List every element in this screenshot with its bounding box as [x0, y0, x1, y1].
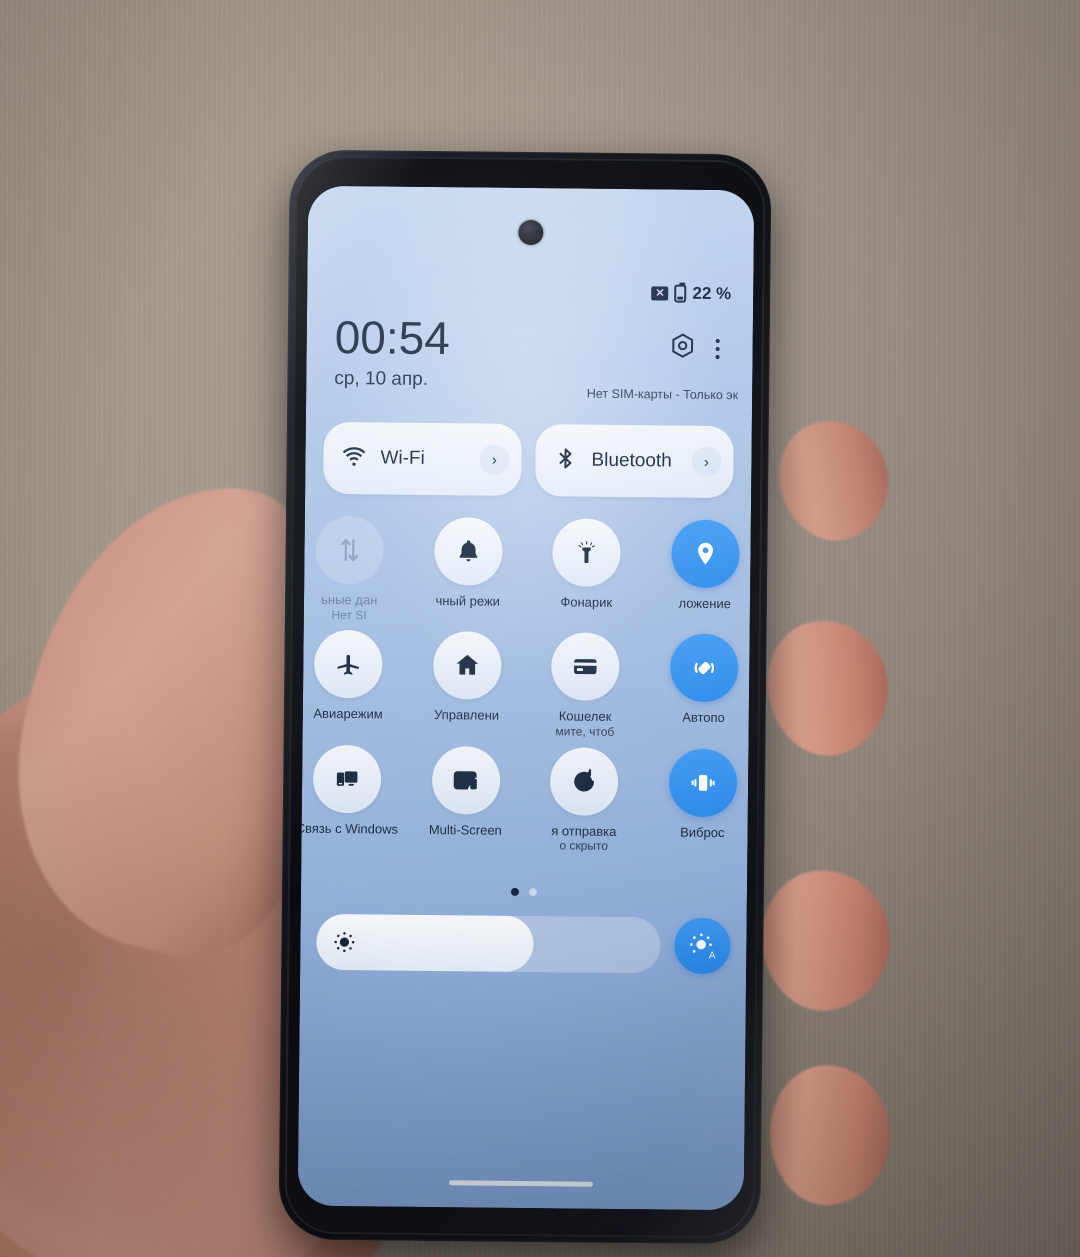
front-camera-punch-hole — [518, 219, 544, 246]
tile-label: Виброс — [680, 824, 725, 840]
hand-finger — [753, 607, 903, 768]
tile-label: Кошелек — [558, 708, 612, 725]
tile-sublabel: о скрыто — [559, 838, 609, 854]
tile-mobile-data[interactable]: ьные дан Нет SI — [298, 515, 410, 623]
flashlight-icon[interactable] — [552, 518, 622, 587]
header-actions — [668, 317, 730, 365]
tile-label: чный режи — [435, 593, 501, 609]
hand-finger — [752, 861, 900, 1019]
tile-label: Автопо — [682, 709, 725, 726]
battery-percent-label: 22 % — [692, 283, 732, 304]
smartphone-device: ✕ 22 % 00:54 ср, 10 апр. Нет SIM-карты -… — [278, 149, 772, 1245]
bluetooth-pill-label: Bluetooth — [591, 449, 672, 472]
tile-label: Связь с Windows — [297, 820, 399, 837]
photo-scene: ✕ 22 % 00:54 ср, 10 апр. Нет SIM-карты -… — [0, 0, 1080, 1257]
quick-settings-tile-grid: ьные дан Нет SI чный режи Фонарик ложени… — [298, 515, 755, 855]
home-icon[interactable] — [432, 631, 502, 700]
settings-hexagon-icon[interactable] — [668, 331, 696, 364]
tile-label: я отправка — [551, 822, 617, 839]
quick-settings-pager[interactable] — [301, 886, 747, 899]
phone-screen: ✕ 22 % 00:54 ср, 10 апр. Нет SIM-карты -… — [297, 185, 755, 1211]
quick-settings-header: 00:54 ср, 10 апр. Нет SIM-карты - Только… — [306, 310, 753, 402]
tile-device-control[interactable]: Управлени — [407, 631, 527, 738]
brightness-row: A — [300, 913, 747, 975]
auto-rotate-icon[interactable] — [669, 633, 739, 703]
tile-link-to-windows[interactable]: Связь с Windows — [298, 744, 407, 851]
tile-wallet[interactable]: Кошелек мите, чтоб — [526, 632, 646, 739]
tile-label: Управлени — [433, 707, 500, 723]
wifi-icon — [341, 443, 366, 473]
status-bar: ✕ 22 % — [651, 283, 731, 304]
auto-brightness-icon: A — [690, 933, 716, 961]
location-pin-icon[interactable] — [670, 519, 740, 589]
tile-label: Multi-Screen — [428, 821, 502, 838]
pager-dot-2[interactable] — [528, 888, 537, 897]
brightness-icon — [334, 932, 355, 953]
svg-text:A: A — [709, 950, 716, 961]
tile-vibration[interactable]: Виброс — [643, 748, 754, 855]
sim-disabled-icon: ✕ — [651, 286, 669, 301]
tile-sound-mode[interactable]: чный режи — [408, 517, 528, 624]
tile-label: Фонарик — [560, 594, 613, 610]
battery-low-icon — [674, 284, 687, 303]
clock-date: ср, 10 апр. — [334, 367, 429, 390]
bluetooth-pill-chevron-icon[interactable]: › — [691, 446, 722, 478]
tile-sublabel: мите, чтоб — [555, 724, 615, 740]
hand-finger — [762, 405, 906, 555]
tile-multi-screen[interactable]: Multi-Screen — [406, 745, 526, 852]
cast-screen-icon[interactable] — [431, 745, 501, 815]
tile-label: ложение — [678, 595, 732, 612]
tile-flashlight[interactable]: Фонарик — [527, 518, 647, 625]
tile-label: Авиарежим — [313, 706, 383, 722]
tile-airplane-mode[interactable]: Авиарежим — [298, 630, 409, 737]
tile-sublabel: Нет SI — [331, 607, 367, 623]
wifi-pill-label: Wi-Fi — [380, 447, 425, 469]
clock-time: 00:54 — [334, 310, 451, 365]
tile-quick-share[interactable]: я отправка о скрыто — [524, 746, 644, 854]
credit-card-icon[interactable] — [551, 632, 620, 702]
vibration-icon[interactable] — [668, 748, 738, 817]
overflow-menu-icon[interactable] — [705, 334, 731, 362]
clock-block: 00:54 ср, 10 апр. — [334, 310, 451, 391]
link-to-windows-icon[interactable] — [313, 744, 382, 813]
bell-icon[interactable] — [433, 517, 503, 586]
connectivity-pill-row: Wi-Fi › Bluetooth › — [305, 421, 752, 499]
auto-brightness-button[interactable]: A — [674, 917, 731, 975]
hand-finger — [765, 1060, 895, 1210]
wifi-pill-chevron-icon[interactable]: › — [479, 444, 510, 475]
home-indicator[interactable] — [448, 1180, 593, 1187]
quick-share-icon[interactable] — [550, 746, 619, 816]
brightness-slider[interactable] — [316, 913, 661, 974]
tile-location[interactable]: ложение — [645, 519, 754, 626]
carrier-status-label: Нет SIM-карты - Только эк — [586, 386, 739, 403]
tile-auto-rotate[interactable]: Автопо — [644, 633, 754, 741]
data-transfer-icon[interactable] — [315, 515, 385, 585]
bluetooth-pill[interactable]: Bluetooth › — [535, 424, 734, 499]
airplane-icon[interactable] — [314, 630, 383, 699]
wifi-pill[interactable]: Wi-Fi › — [323, 421, 522, 496]
tile-label: ьные дан — [321, 591, 378, 608]
pager-dot-1[interactable] — [510, 887, 520, 896]
bluetooth-icon — [553, 446, 577, 475]
